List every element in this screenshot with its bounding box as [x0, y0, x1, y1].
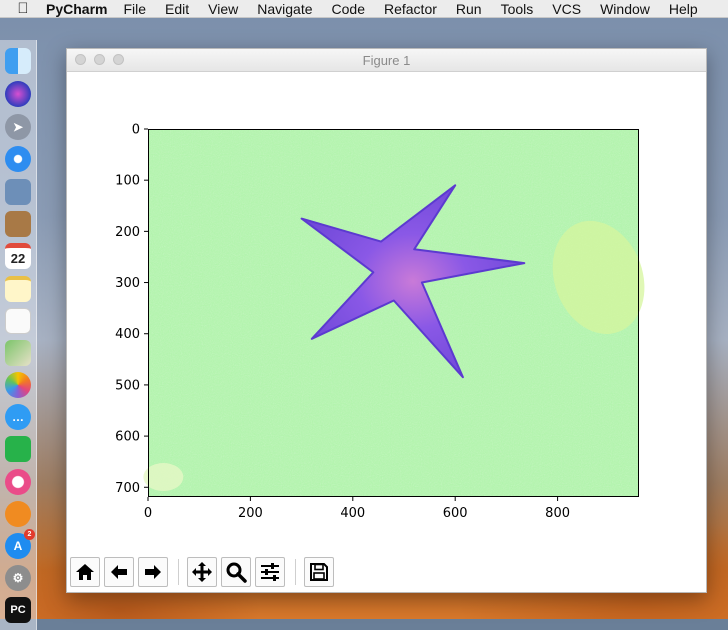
y-tick-label: 700: [115, 481, 140, 496]
app-store-icon[interactable]: A2: [5, 529, 35, 559]
home-icon: [76, 564, 94, 580]
finder-icon[interactable]: [5, 48, 31, 74]
safari-icon[interactable]: [5, 146, 31, 172]
menu-code[interactable]: Code: [332, 1, 365, 17]
notes-brown-icon[interactable]: [5, 211, 31, 237]
notes-icon[interactable]: [5, 276, 31, 302]
launchpad-icon[interactable]: ➤: [5, 114, 31, 140]
y-tick-label: 300: [115, 276, 140, 291]
y-tick-label: 0: [132, 123, 140, 138]
pan-button[interactable]: [187, 557, 217, 587]
plot-image: [143, 129, 645, 497]
calendar-icon[interactable]: 22: [5, 243, 31, 269]
menu-navigate[interactable]: Navigate: [257, 1, 312, 17]
menu-tools[interactable]: Tools: [501, 1, 534, 17]
toolbar-separator: [178, 559, 179, 585]
y-tick-label: 500: [115, 378, 140, 393]
home-button[interactable]: [70, 557, 100, 587]
y-tick-label: 200: [115, 225, 140, 240]
reminders-icon[interactable]: [5, 308, 31, 334]
plot-axes: 0 200 400 600 800 0 100 200 300 400 500 600 700: [115, 123, 645, 521]
messages-icon[interactable]: …: [5, 404, 31, 430]
ibooks-icon[interactable]: [5, 501, 31, 527]
sliders-icon: [261, 563, 279, 581]
image-background: [148, 129, 639, 497]
notification-badge: 2: [24, 529, 35, 540]
magnifier-icon: [226, 562, 247, 583]
preview-icon[interactable]: [5, 179, 31, 205]
itunes-icon[interactable]: [5, 469, 31, 495]
menu-edit[interactable]: Edit: [165, 1, 189, 17]
menu-window[interactable]: Window: [600, 1, 650, 17]
y-ticks: 0 100 200 300 400 500 600 700: [115, 123, 148, 496]
y-tick-label: 100: [115, 174, 140, 189]
menu-view[interactable]: View: [208, 1, 238, 17]
plot-toolbar: [70, 556, 338, 588]
dock: ➤ 22 … A2 ⚙ PC: [0, 40, 37, 630]
window-title: Figure 1: [362, 53, 411, 68]
menu-refactor[interactable]: Refactor: [384, 1, 437, 17]
menu-run[interactable]: Run: [456, 1, 482, 17]
y-tick-label: 600: [115, 430, 140, 445]
floppy-disk-icon: [310, 563, 328, 581]
x-tick-label: 0: [144, 506, 152, 521]
window-titlebar[interactable]: Figure 1: [67, 49, 706, 72]
forward-button[interactable]: [138, 557, 168, 587]
menu-vcs[interactable]: VCS: [552, 1, 581, 17]
y-tick-label: 400: [115, 327, 140, 342]
figure-canvas[interactable]: 0 200 400 600 800 0 100 200 300 400 500 600 700: [67, 71, 706, 553]
zoom-rect-button[interactable]: [221, 557, 251, 587]
system-preferences-icon[interactable]: ⚙: [5, 565, 31, 591]
facetime-icon[interactable]: [5, 436, 31, 462]
maps-icon[interactable]: [5, 340, 31, 366]
menu-file[interactable]: File: [123, 1, 146, 17]
configure-subplots-button[interactable]: [255, 557, 285, 587]
figure-window: Figure 1 0 200 400 600 800 0 100 200 300…: [66, 48, 707, 593]
siri-icon[interactable]: [5, 81, 31, 107]
x-tick-label: 200: [238, 506, 263, 521]
x-tick-label: 800: [545, 506, 570, 521]
arrow-left-icon: [111, 565, 127, 579]
menu-bar:  PyCharm File Edit View Navigate Code R…: [0, 0, 728, 18]
apple-menu-icon[interactable]: : [0, 0, 46, 17]
back-button[interactable]: [104, 557, 134, 587]
menu-help[interactable]: Help: [669, 1, 698, 17]
move-arrows-icon: [192, 562, 212, 582]
toolbar-separator: [295, 559, 296, 585]
image-corner-blob: [143, 463, 184, 492]
pycharm-icon[interactable]: PC: [5, 597, 31, 623]
arrow-right-icon: [145, 565, 161, 579]
x-tick-label: 600: [443, 506, 468, 521]
app-menu-pycharm[interactable]: PyCharm: [46, 1, 107, 17]
save-button[interactable]: [304, 557, 334, 587]
x-tick-label: 400: [340, 506, 365, 521]
x-ticks: 0 200 400 600 800: [144, 497, 570, 521]
photos-icon[interactable]: [5, 372, 31, 398]
